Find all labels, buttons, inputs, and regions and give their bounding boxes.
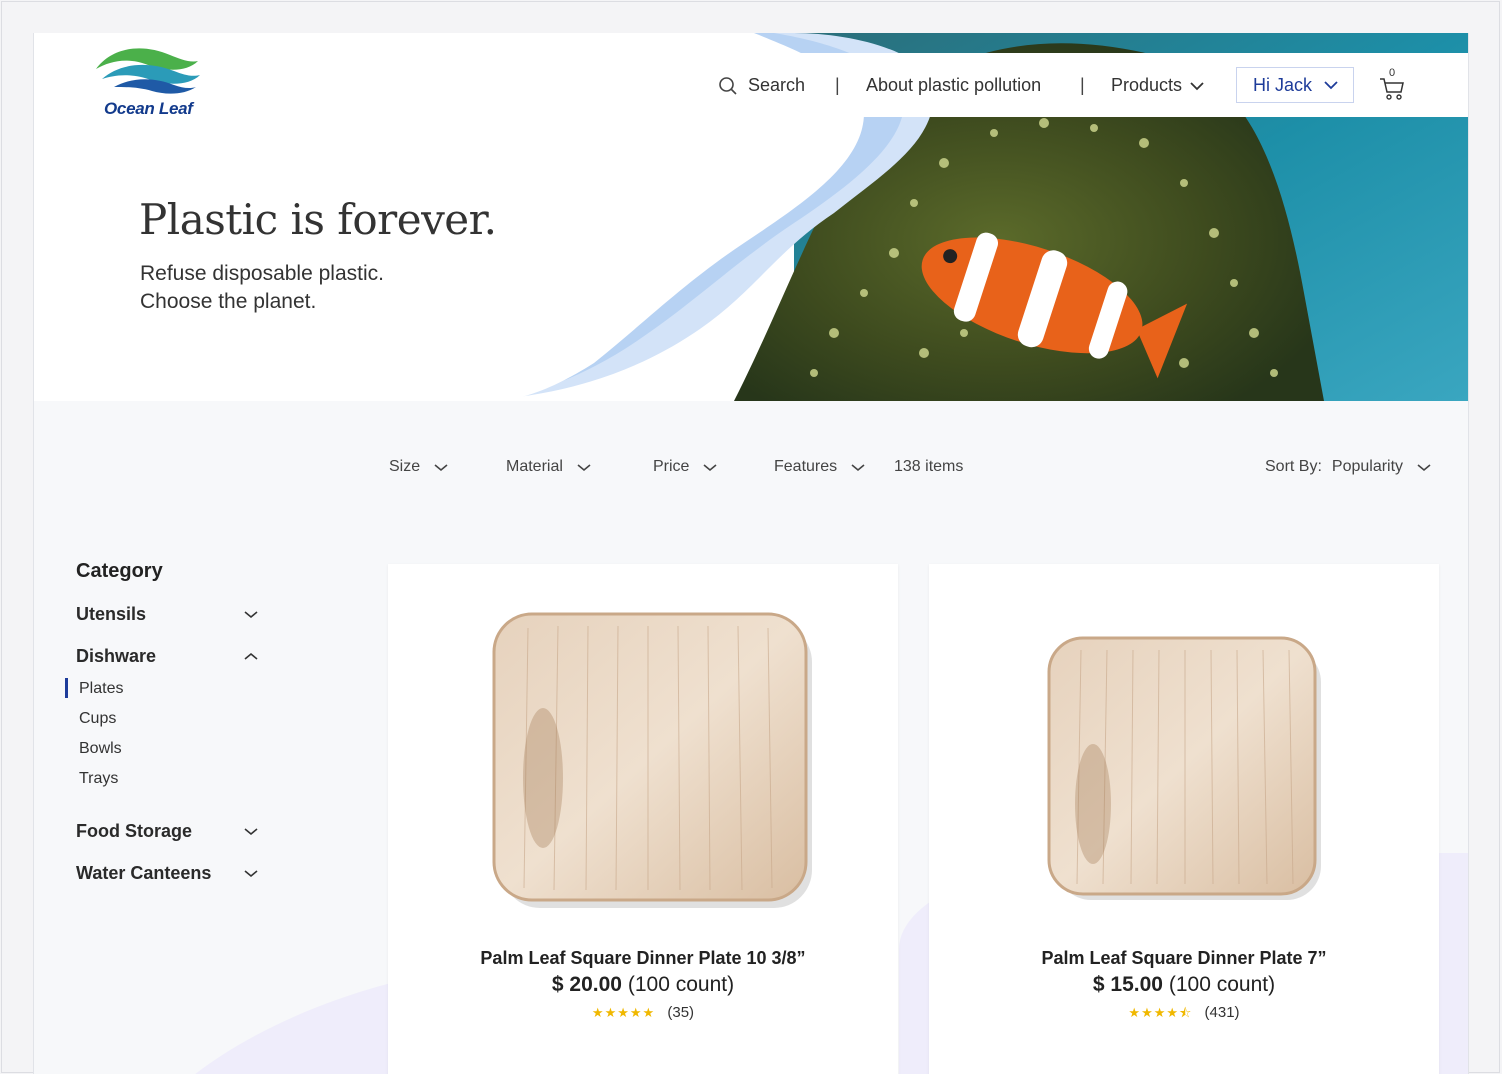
price-filter[interactable]: Price bbox=[653, 458, 717, 476]
subcategory-trays[interactable]: Trays bbox=[79, 770, 118, 788]
subcategory-plates[interactable]: Plates bbox=[79, 680, 123, 698]
hero-banner: Ocean Leaf Search | About plastic pollut… bbox=[34, 33, 1468, 401]
cart-icon bbox=[1380, 78, 1404, 100]
chevron-down-icon bbox=[1417, 463, 1431, 471]
about-label: About plastic pollution bbox=[866, 75, 1042, 95]
product-rating: ★★★★⯪ (431) bbox=[929, 1004, 1439, 1026]
user-label: Hi Jack bbox=[1253, 74, 1313, 95]
price-filter-label: Price bbox=[653, 458, 690, 475]
chevron-down-icon bbox=[703, 463, 717, 471]
chevron-down-icon bbox=[1324, 81, 1338, 90]
size-filter[interactable]: Size bbox=[389, 458, 448, 476]
price-value: $ 15.00 bbox=[1092, 973, 1163, 996]
review-count: (431) bbox=[1204, 1004, 1240, 1021]
sort-label: Sort By: bbox=[1265, 458, 1322, 475]
product-image bbox=[1047, 636, 1321, 900]
price-count: (100 count) bbox=[1168, 973, 1276, 996]
category-title: Category bbox=[76, 560, 163, 582]
chevron-down-icon bbox=[244, 611, 258, 619]
product-image bbox=[492, 612, 812, 908]
about-plastic-link[interactable]: About plastic pollution bbox=[866, 75, 1041, 96]
brand-name: Ocean Leaf bbox=[104, 99, 193, 118]
item-count: 138 items bbox=[894, 458, 963, 476]
category-water-canteens[interactable]: Water Canteens bbox=[76, 863, 258, 884]
hero-title: Plastic is forever. bbox=[139, 195, 497, 244]
product-name[interactable]: Palm Leaf Square Dinner Plate 10 3/8” bbox=[388, 948, 898, 969]
search-icon bbox=[719, 76, 737, 95]
price-count: (100 count) bbox=[627, 973, 735, 996]
logo-wave-icon[interactable] bbox=[92, 33, 202, 103]
hero-subtitle-1: Refuse disposable plastic. bbox=[140, 262, 384, 285]
review-count: (35) bbox=[667, 1004, 695, 1021]
chevron-down-icon bbox=[434, 463, 448, 471]
products-menu[interactable]: Products bbox=[1111, 75, 1204, 96]
category-food-storage[interactable]: Food Storage bbox=[76, 821, 258, 842]
chevron-down-icon bbox=[244, 828, 258, 836]
chevron-down-icon bbox=[1190, 81, 1204, 90]
cart-button[interactable]: 0 bbox=[1379, 67, 1409, 103]
sort-dropdown[interactable]: Sort By: Popularity bbox=[1265, 458, 1431, 476]
category-label: Dishware bbox=[76, 646, 157, 666]
category-label: Food Storage bbox=[76, 821, 192, 841]
nav-separator: | bbox=[1080, 75, 1085, 95]
chevron-up-icon bbox=[244, 652, 258, 660]
product-name[interactable]: Palm Leaf Square Dinner Plate 7” bbox=[929, 948, 1439, 969]
search-label: Search bbox=[748, 75, 806, 95]
features-filter-label: Features bbox=[774, 458, 838, 475]
user-menu-button[interactable]: Hi Jack bbox=[1236, 67, 1354, 103]
nav-separator: | bbox=[835, 75, 840, 95]
search-link[interactable]: Search bbox=[718, 75, 805, 96]
chevron-down-icon bbox=[244, 870, 258, 878]
price-value: $ 20.00 bbox=[551, 973, 622, 996]
chevron-down-icon bbox=[851, 463, 865, 471]
product-price: $ 15.00 (100 count) bbox=[929, 973, 1439, 997]
rating-stars: ★★★★★ bbox=[591, 1005, 656, 1020]
products-label: Products bbox=[1111, 75, 1183, 95]
category-label: Utensils bbox=[76, 604, 147, 624]
chevron-down-icon bbox=[577, 463, 591, 471]
material-filter[interactable]: Material bbox=[506, 458, 591, 476]
active-indicator bbox=[65, 678, 68, 698]
category-dishware[interactable]: Dishware bbox=[76, 646, 258, 667]
page: Ocean Leaf Search | About plastic pollut… bbox=[33, 33, 1469, 1074]
rating-stars: ★★★★⯪ bbox=[1128, 1005, 1193, 1020]
product-rating: ★★★★★ (35) bbox=[388, 1004, 898, 1021]
category-label: Water Canteens bbox=[76, 863, 212, 883]
category-utensils[interactable]: Utensils bbox=[76, 604, 258, 625]
item-count-label: 138 items bbox=[894, 458, 964, 475]
product-card[interactable]: Palm Leaf Square Dinner Plate 7” $ 15.00… bbox=[929, 564, 1439, 1074]
size-filter-label: Size bbox=[389, 458, 421, 475]
hero-subtitle-2: Choose the planet. bbox=[140, 290, 317, 313]
product-price: $ 20.00 (100 count) bbox=[388, 973, 898, 997]
subcategory-cups[interactable]: Cups bbox=[79, 710, 116, 728]
product-card[interactable]: Palm Leaf Square Dinner Plate 10 3/8” $ … bbox=[388, 564, 898, 1074]
features-filter[interactable]: Features bbox=[774, 458, 865, 476]
sort-value: Popularity bbox=[1331, 458, 1404, 475]
material-filter-label: Material bbox=[506, 458, 563, 475]
subcategory-bowls[interactable]: Bowls bbox=[79, 740, 122, 758]
